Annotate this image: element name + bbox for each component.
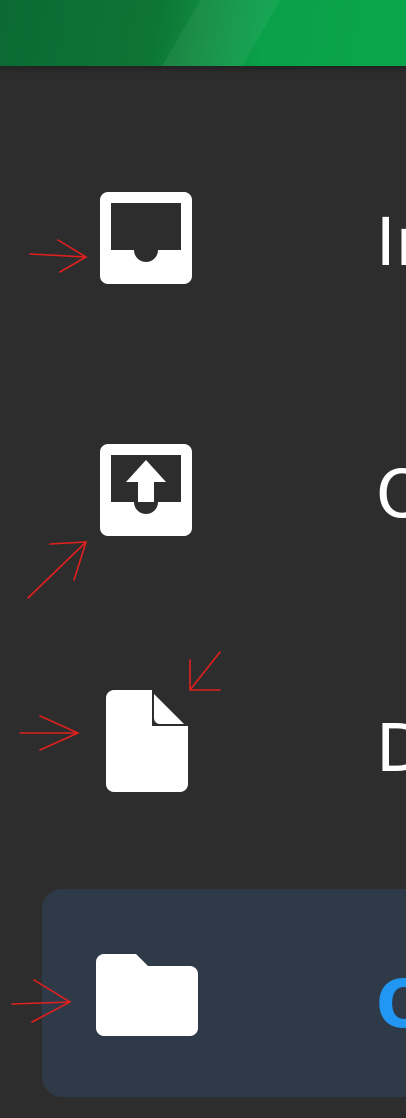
nav-label-outbox: Outbox — [376, 456, 406, 533]
nav-label-inbox: Inbox — [376, 204, 406, 281]
nav-item-outbox[interactable]: Outbox — [0, 400, 406, 580]
draft-document-icon — [106, 690, 188, 792]
nav-item-drafts[interactable]: Drafts — [0, 650, 406, 830]
nav-item-other[interactable]: Other — [0, 900, 406, 1090]
nav-label-other: Other — [376, 966, 406, 1043]
inbox-icon — [100, 192, 192, 284]
top-app-bar — [0, 0, 406, 66]
nav-item-inbox[interactable]: Inbox — [0, 150, 406, 330]
outbox-icon — [100, 444, 192, 536]
app-window: Inbox Outbox Drafts Other — [0, 0, 406, 1118]
nav-label-drafts: Drafts — [376, 710, 406, 787]
top-app-bar-shadow — [0, 66, 406, 74]
folder-icon — [96, 954, 198, 1036]
